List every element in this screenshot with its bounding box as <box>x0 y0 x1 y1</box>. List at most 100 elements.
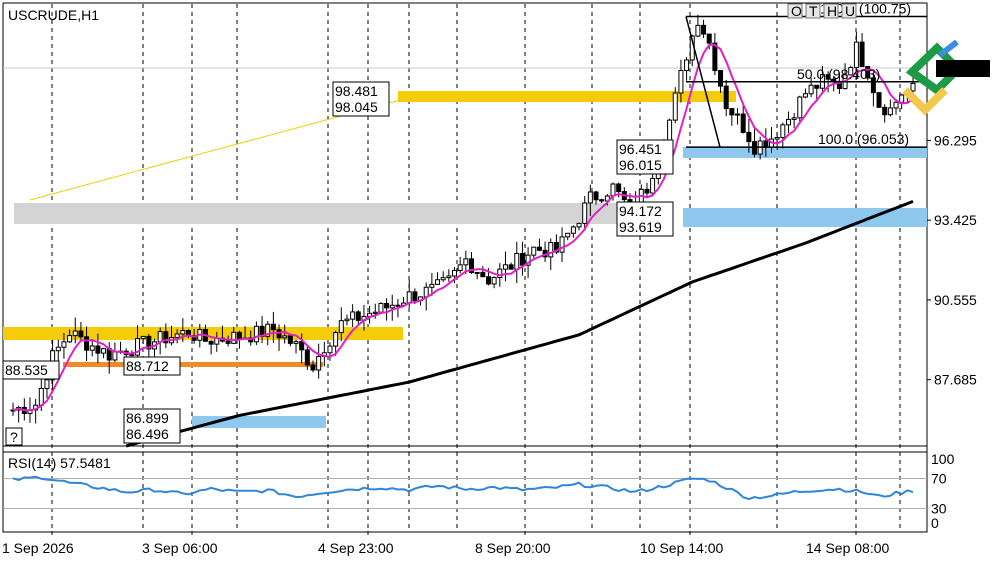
candle-body <box>67 335 73 343</box>
candle <box>146 333 152 359</box>
candle-body <box>474 271 480 274</box>
candle-body <box>372 311 378 314</box>
price-tick-label: 90.555 <box>934 292 977 308</box>
candle-body <box>310 364 316 371</box>
candle-body <box>355 311 361 321</box>
rsi-tick-label: 70 <box>931 471 947 487</box>
candle-body <box>395 304 401 307</box>
zone-label-text: 98.481 <box>335 83 378 99</box>
candle-body <box>112 351 118 361</box>
candle <box>253 321 259 346</box>
candle-body <box>225 340 231 344</box>
candle <box>457 256 463 274</box>
candle-body <box>157 331 163 343</box>
candle-body <box>338 320 344 334</box>
candle <box>350 304 356 328</box>
candle-body <box>491 277 497 285</box>
candle-body <box>84 336 90 351</box>
candle-body <box>304 349 310 366</box>
candle-body <box>412 291 418 302</box>
candle-body <box>276 329 282 339</box>
price-chart[interactable]: 100.0 (100.75)50.0 (98.403)100.0 (96.053… <box>0 0 1000 562</box>
zone-label-text: 86.496 <box>126 426 169 442</box>
candle-body <box>101 348 107 354</box>
candle-body <box>814 84 820 89</box>
candle <box>785 111 791 134</box>
candle-body <box>389 304 395 309</box>
candle-body <box>44 379 50 389</box>
candle-body <box>570 226 576 234</box>
candle <box>514 241 520 284</box>
time-tick-label: 8 Sep 20:00 <box>475 540 551 556</box>
candle-body <box>735 113 741 116</box>
candle-body <box>644 188 650 194</box>
rsi-pane: 10070300 <box>3 451 955 531</box>
candle <box>508 262 514 270</box>
candle <box>293 339 299 354</box>
candle-body <box>287 335 293 344</box>
candle <box>695 14 701 37</box>
candle-body <box>293 341 299 344</box>
candle <box>735 108 741 125</box>
candle-body <box>231 331 237 344</box>
candle <box>101 347 107 359</box>
zone-label-text: 86.899 <box>126 410 169 426</box>
zone-label-text: 96.451 <box>619 141 662 157</box>
candle-body <box>140 335 146 340</box>
candle-body <box>129 354 135 357</box>
one-click-label: U <box>845 3 855 19</box>
candle <box>712 33 718 76</box>
candle <box>384 298 390 321</box>
candle-body <box>797 96 803 119</box>
candle-body <box>587 191 593 204</box>
candle-body <box>429 283 435 288</box>
candle <box>474 271 480 280</box>
candle-body <box>701 24 707 35</box>
candle-body <box>853 41 859 69</box>
candle-body <box>38 387 44 406</box>
candle-body <box>706 33 712 44</box>
candle <box>208 340 214 355</box>
candle <box>327 342 333 361</box>
candle-body <box>565 232 571 238</box>
candle <box>593 190 599 205</box>
time-tick-label: 3 Sep 06:00 <box>142 540 218 556</box>
candle-body <box>378 302 384 313</box>
fib-level-label: 100.0 (96.053) <box>818 131 909 147</box>
candle <box>435 272 441 286</box>
candle-body <box>514 253 520 270</box>
candle-body <box>485 276 491 285</box>
candle-body <box>174 333 180 339</box>
candle <box>559 227 565 262</box>
price-tick-label: 96.295 <box>934 132 977 148</box>
candle-body <box>576 222 582 228</box>
candle <box>899 93 905 110</box>
candle <box>361 304 367 331</box>
candle <box>723 79 729 117</box>
time-tick-label: 4 Sep 23:00 <box>318 540 394 556</box>
zone-label-text: 93.619 <box>619 219 662 235</box>
rsi-label: RSI(14) 57.5481 <box>8 455 111 471</box>
question-mark: ? <box>10 429 18 445</box>
candle <box>876 92 882 108</box>
zone-label-text: 96.015 <box>619 157 662 173</box>
candle-body <box>327 345 333 354</box>
candle-body <box>791 117 797 120</box>
candle-body <box>55 346 61 352</box>
candle-body <box>763 140 769 148</box>
candle-body <box>678 70 684 94</box>
price-tick-label: 87.685 <box>934 372 977 388</box>
candle-body <box>446 275 452 279</box>
candle-body <box>672 92 678 121</box>
candle-body <box>718 70 724 87</box>
candle <box>565 232 571 241</box>
candle-body <box>752 141 758 155</box>
candle-body <box>876 92 882 108</box>
candle-body <box>180 330 186 335</box>
candle <box>33 398 39 424</box>
time-tick-label: 10 Sep 14:00 <box>640 540 724 556</box>
candle-body <box>502 264 508 270</box>
candle <box>446 269 452 282</box>
candle <box>570 225 576 238</box>
one-click-label: H <box>827 3 837 19</box>
